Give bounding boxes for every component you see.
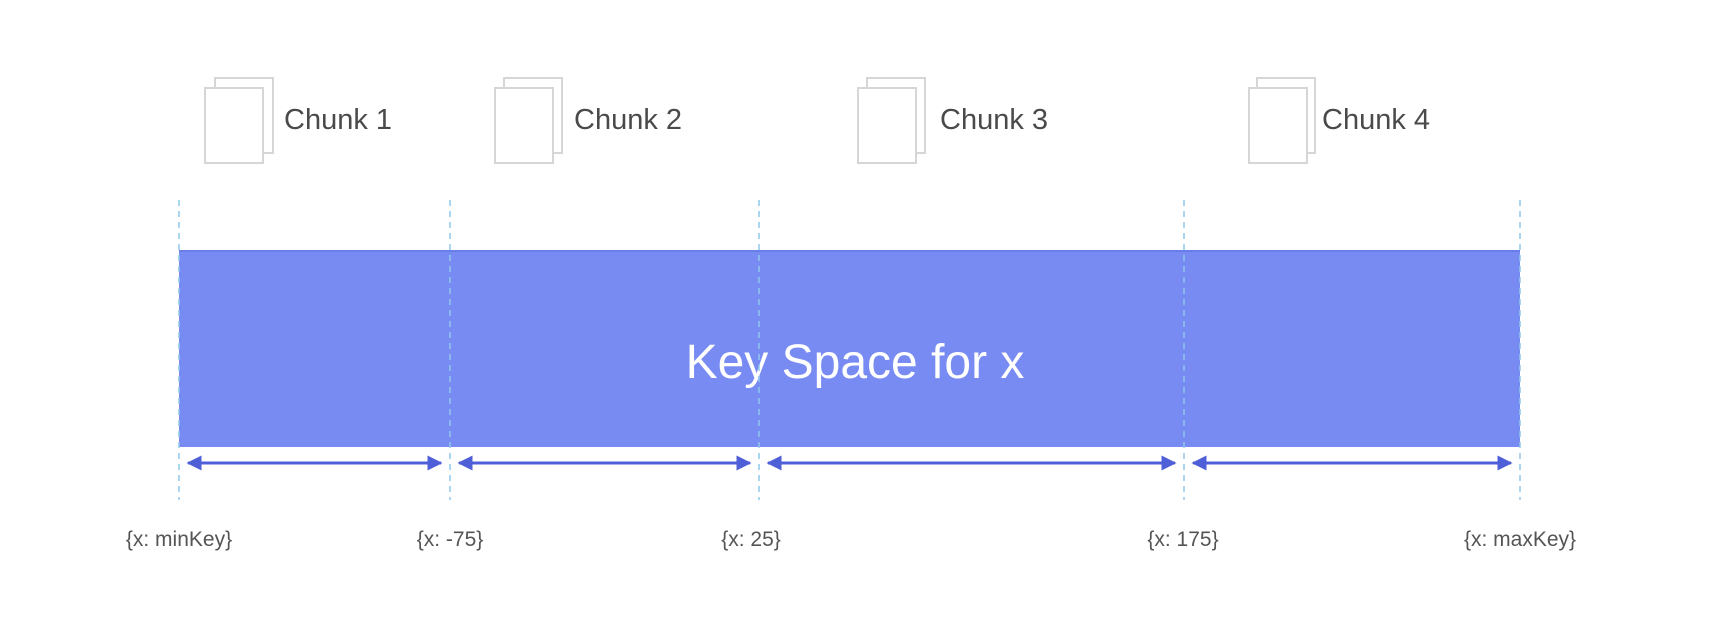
boundary-label-25: {x: 25} bbox=[721, 528, 781, 551]
boundary-label-minkey: {x: minKey} bbox=[126, 528, 232, 551]
boundary-key-labels: {x: minKey} {x: -75} {x: 25} {x: 175} {x… bbox=[126, 528, 1576, 551]
chunk-2-label: Chunk 2 bbox=[574, 104, 682, 136]
chunk-1: Chunk 1 bbox=[204, 77, 392, 164]
chunk-4-label: Chunk 4 bbox=[1322, 104, 1430, 136]
chunk-2: Chunk 2 bbox=[494, 77, 682, 164]
sharding-key-space-diagram: Key Space for x {x: minKey} {x: -75} {x:… bbox=[126, 77, 1576, 551]
document-stack-icon bbox=[1248, 77, 1316, 164]
document-stack-icon bbox=[494, 77, 563, 164]
document-stack-icon bbox=[857, 77, 926, 164]
document-stack-icon bbox=[204, 77, 274, 164]
chunk-4: Chunk 4 bbox=[1248, 77, 1430, 164]
chunk-3-label: Chunk 3 bbox=[940, 104, 1048, 136]
boundary-label-175: {x: 175} bbox=[1147, 528, 1218, 551]
boundary-label-maxkey: {x: maxKey} bbox=[1464, 528, 1576, 551]
chunk-1-label: Chunk 1 bbox=[284, 104, 392, 136]
boundary-label-minus-75: {x: -75} bbox=[417, 528, 484, 551]
chunk-3: Chunk 3 bbox=[857, 77, 1048, 164]
key-space-label: Key Space for x bbox=[686, 336, 1025, 389]
